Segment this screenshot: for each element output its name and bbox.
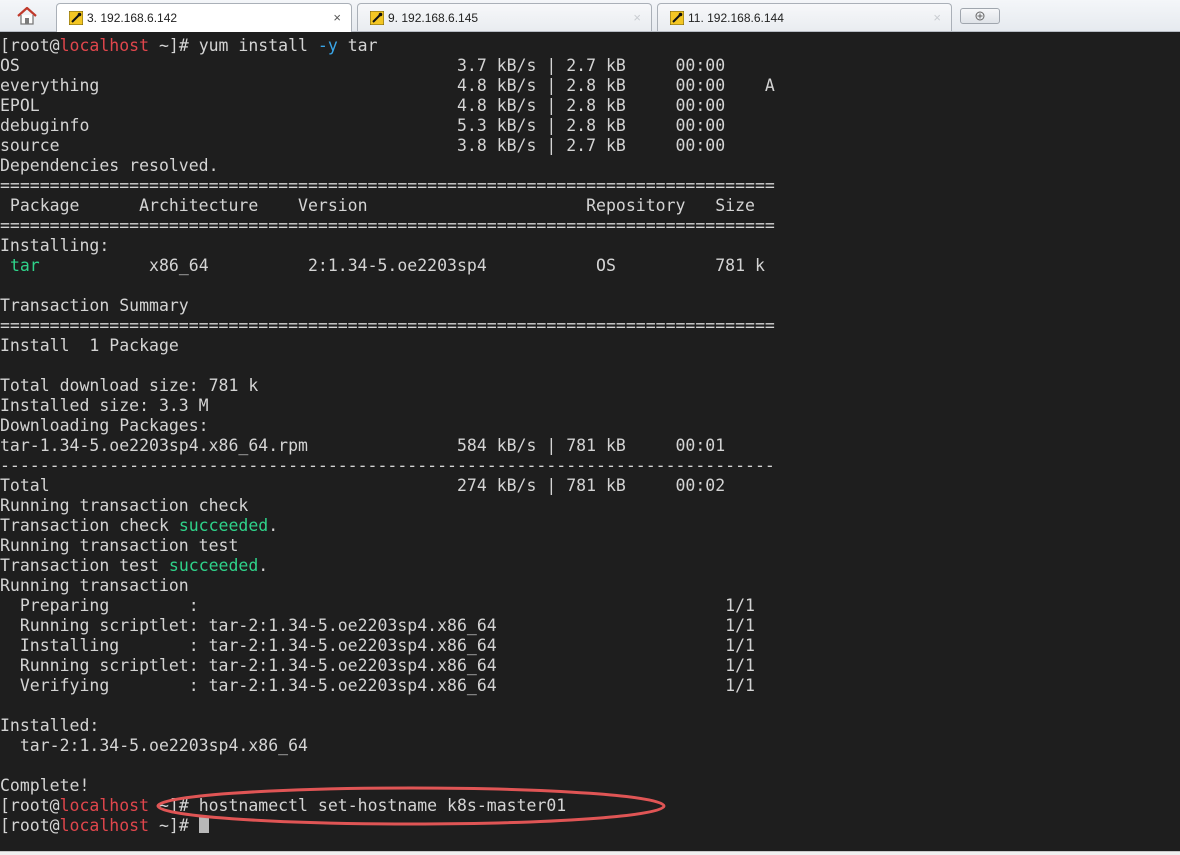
package-name: tar [9,256,40,275]
prompt-dir: ~]# [149,816,199,835]
repo-line: debuginfo 5.3 kB/s | 2.8 kB 00:00 [0,116,726,135]
repo-line: EPOL 4.8 kB/s | 2.8 kB 00:00 [0,96,726,115]
separator-line: ========================================… [0,216,775,235]
transaction-step: Running scriptlet: tar-2:1.34-5.oe2203sp… [0,656,755,675]
repo-line: OS 3.7 kB/s | 2.7 kB 00:00 [0,56,726,75]
prompt-dir: ~]# [149,36,199,55]
new-tab-button[interactable] [960,8,1000,24]
total-line: Total 274 kB/s | 781 kB 00:02 [0,476,726,495]
tab-label: 3. 192.168.6.142 [87,11,178,25]
prompt-user: [root@ [0,816,60,835]
repo-line: everything 4.8 kB/s | 2.8 kB 00:00 A [0,76,775,95]
transaction-summary-label: Transaction Summary [0,296,189,315]
command-line-hostnamectl: [root@localhost ~]# hostnamectl set-host… [0,796,1180,816]
tab-session-145[interactable]: 9. 192.168.6.145 × [357,3,652,31]
running-test-line: Running transaction test [0,536,239,555]
repo-line: source 3.8 kB/s | 2.7 kB 00:00 [0,136,726,155]
prompt-host: localhost [59,816,150,835]
rpm-download-line: tar-1.34-5.oe2203sp4.x86_64.rpm 584 kB/s… [0,436,726,455]
install-count-line: Install 1 Package [0,336,179,355]
transaction-step: Running scriptlet: tar-2:1.34-5.oe2203sp… [0,616,755,635]
installed-size-line: Installed size: 3.3 M [0,396,209,415]
installing-label: Installing: [0,236,110,255]
running-transaction-line: Running transaction [0,576,189,595]
prompt-dir: ~]# [149,796,199,815]
installed-package-line: tar-2:1.34-5.oe2203sp4.x86_64 [0,736,308,755]
prompt-user: [root@ [0,796,60,815]
downloading-line: Downloading Packages: [0,416,209,435]
session-icon [670,10,684,25]
running-check-line: Running transaction check [0,496,249,515]
separator-line: ----------------------------------------… [0,456,775,475]
tab-label: 11. 192.168.6.144 [688,10,784,25]
complete-line: Complete! [0,776,90,795]
tab-session-144[interactable]: 11. 192.168.6.144 × [657,3,952,31]
command-flag: -y [317,36,338,55]
new-tab-icon [975,11,985,21]
text-cursor [198,817,209,833]
command-text: hostnamectl set-hostname k8s-master01 [198,796,567,815]
deps-resolved-line: Dependencies resolved. [0,156,219,175]
close-icon[interactable]: × [633,10,641,25]
session-icon [370,10,384,25]
close-icon[interactable]: × [333,10,341,25]
success-text: succeeded [178,516,269,535]
home-button[interactable] [10,4,44,28]
transaction-step: Verifying : tar-2:1.34-5.oe2203sp4.x86_6… [0,676,755,695]
home-icon [17,6,37,25]
test-succeeded-line: Transaction test succeeded. [0,556,269,575]
transaction-step: Preparing : 1/1 [0,596,755,615]
session-icon [69,11,83,25]
prompt-host: localhost [59,796,150,815]
command-text: yum install [198,36,318,55]
table-header-line: Package Architecture Version Repository … [0,196,755,215]
separator-line: ========================================… [0,316,775,335]
command-line-current[interactable]: [root@localhost ~]# [0,816,1180,836]
tab-session-142[interactable]: 3. 192.168.6.142 × [56,3,352,32]
transaction-step: Installing : tar-2:1.34-5.oe2203sp4.x86_… [0,636,755,655]
package-row: tar x86_64 2:1.34-5.oe2203sp4 OS 781 k [0,256,1180,276]
package-details: x86_64 2:1.34-5.oe2203sp4 OS 781 k [39,256,765,275]
status-strip [0,851,1180,855]
session-tab-bar: 3. 192.168.6.142 × 9. 192.168.6.145 × 11… [0,0,1180,32]
prompt-host: localhost [59,36,150,55]
total-download-line: Total download size: 781 k [0,376,259,395]
tab-label: 9. 192.168.6.145 [388,10,479,25]
success-text: succeeded [168,556,259,575]
close-icon[interactable]: × [933,10,941,25]
prompt-user: [root@ [0,36,60,55]
command-line-yum: [root@localhost ~]# yum install -y tar [0,36,1180,56]
check-succeeded-line: Transaction check succeeded. [0,516,279,535]
installed-label: Installed: [0,716,100,735]
command-text: tar [337,36,378,55]
separator-line: ========================================… [0,176,775,195]
terminal-output[interactable]: [root@localhost ~]# yum install -y tar O… [0,36,1180,851]
